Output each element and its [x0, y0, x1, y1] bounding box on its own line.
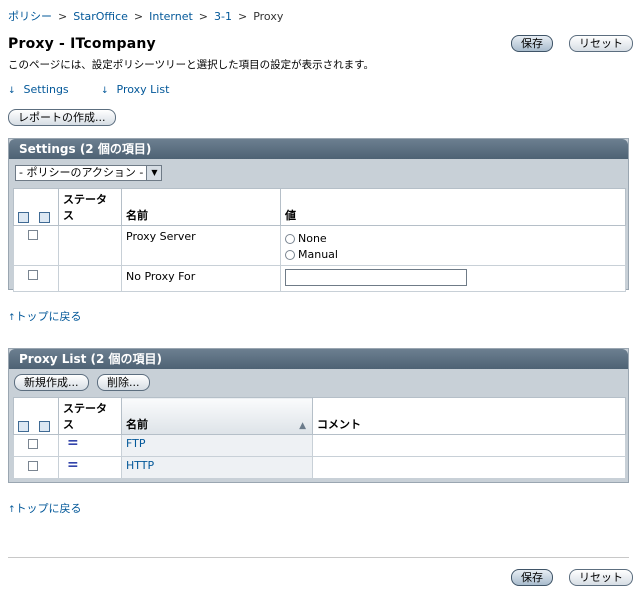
breadcrumb-separator: > — [58, 10, 68, 23]
chevron-down-icon: ↓ — [8, 86, 16, 96]
back-to-top-link[interactable]: ↑トップに戻る — [8, 308, 82, 324]
select-all-checkbox-icon[interactable] — [18, 420, 29, 432]
name-column-header-label: 名前 — [126, 418, 148, 431]
breadcrumb: ポリシー > StarOffice > Internet >3-1 > Proxy — [8, 8, 283, 24]
status-cell — [58, 265, 122, 292]
settings-table: ステータス 名前 値 Proxy Server None Manual No P… — [13, 188, 626, 292]
breadcrumb-link-policy[interactable]: ポリシー — [8, 10, 52, 23]
setting-name: Proxy Server — [121, 225, 281, 266]
breadcrumb-separator: > — [133, 10, 144, 23]
chevron-up-icon: ↑ — [8, 505, 16, 515]
back-to-top-link[interactable]: ↑トップに戻る — [8, 500, 82, 516]
create-report-button[interactable]: レポートの作成... — [8, 109, 116, 126]
table-row: = HTTP — [13, 456, 626, 479]
settings-panel: Settings (2 個の項目) - ポリシーのアクション - ▼ ステータス… — [8, 138, 629, 292]
status-cell — [58, 225, 122, 266]
status-column-header: ステータス — [58, 188, 122, 226]
page-title: Proxy - ITcompany — [8, 36, 156, 52]
select-all-header — [13, 397, 59, 435]
settings-panel-title: Settings (2 個の項目) — [9, 139, 628, 159]
radio-button[interactable] — [285, 250, 295, 260]
footer-reset-button[interactable]: リセット — [569, 569, 633, 586]
save-button[interactable]: 保存 — [511, 35, 553, 52]
table-row: No Proxy For — [13, 265, 626, 292]
back-to-top-label: トップに戻る — [15, 310, 82, 323]
comment-cell — [312, 434, 626, 457]
row-checkbox[interactable] — [28, 270, 38, 280]
status-equal-icon: = — [67, 457, 79, 473]
breadcrumb-current: Proxy — [253, 10, 284, 23]
jump-link-settings-label: Settings — [23, 83, 69, 96]
back-to-top-label: トップに戻る — [15, 502, 82, 515]
setting-name: No Proxy For — [121, 265, 281, 292]
policy-action-select-value: - ポリシーのアクション - — [19, 166, 144, 179]
footer-divider — [8, 557, 629, 558]
value-column-header: 値 — [280, 188, 626, 226]
proxy-list-table: ステータス 名前 ▲ コメント = FTP = HTTP — [13, 397, 626, 479]
chevron-down-icon: ↓ — [101, 86, 109, 96]
row-checkbox[interactable] — [28, 230, 38, 240]
table-row: = FTP — [13, 434, 626, 457]
chevron-down-icon: ▼ — [146, 166, 162, 180]
status-column-header: ステータス — [58, 397, 122, 435]
breadcrumb-separator: > — [237, 10, 248, 23]
radio-button[interactable] — [285, 234, 295, 244]
breadcrumb-link-internet[interactable]: Internet — [149, 10, 193, 23]
column-options-icon[interactable] — [38, 420, 50, 432]
row-checkbox[interactable] — [28, 461, 38, 471]
select-all-header — [13, 188, 59, 226]
column-options-icon[interactable] — [38, 211, 50, 223]
proxy-name-link[interactable]: HTTP — [126, 459, 154, 472]
breadcrumb-link-staroffice[interactable]: StarOffice — [73, 10, 128, 23]
comment-column-header: コメント — [312, 397, 626, 435]
proxy-list-panel: Proxy List (2 個の項目) 新規作成... 削除... ステータス … — [8, 348, 629, 483]
chevron-up-icon: ↑ — [8, 313, 16, 323]
jump-link-proxy-list-label: Proxy List — [116, 83, 170, 96]
no-proxy-for-input[interactable] — [285, 269, 467, 286]
comment-cell — [312, 456, 626, 479]
jump-link-proxy-list[interactable]: ↓ Proxy List — [101, 83, 169, 96]
status-equal-icon: = — [67, 435, 79, 451]
radio-label: Manual — [298, 248, 338, 261]
delete-button[interactable]: 削除... — [97, 374, 150, 391]
new-button[interactable]: 新規作成... — [14, 374, 89, 391]
select-all-checkbox-icon[interactable] — [18, 211, 29, 223]
radio-option-manual[interactable]: Manual — [285, 248, 621, 261]
jump-link-settings[interactable]: ↓ Settings — [8, 83, 69, 96]
proxy-list-panel-title: Proxy List (2 個の項目) — [9, 349, 628, 369]
policy-action-select[interactable]: - ポリシーのアクション - ▼ — [15, 165, 163, 181]
footer-save-button[interactable]: 保存 — [511, 569, 553, 586]
radio-option-none[interactable]: None — [285, 232, 621, 245]
name-column-header[interactable]: 名前 ▲ — [121, 397, 313, 435]
table-row: Proxy Server None Manual — [13, 225, 626, 266]
proxy-name-link[interactable]: FTP — [126, 437, 146, 450]
radio-label: None — [298, 232, 327, 245]
reset-button[interactable]: リセット — [569, 35, 633, 52]
page-description: このページには、設定ポリシーツリーと選択した項目の設定が表示されます。 — [8, 59, 375, 71]
row-checkbox[interactable] — [28, 439, 38, 449]
sort-ascending-icon: ▲ — [299, 421, 306, 431]
name-column-header: 名前 — [121, 188, 281, 226]
breadcrumb-separator: > — [198, 10, 209, 23]
breadcrumb-link-3-1[interactable]: 3-1 — [214, 10, 232, 23]
